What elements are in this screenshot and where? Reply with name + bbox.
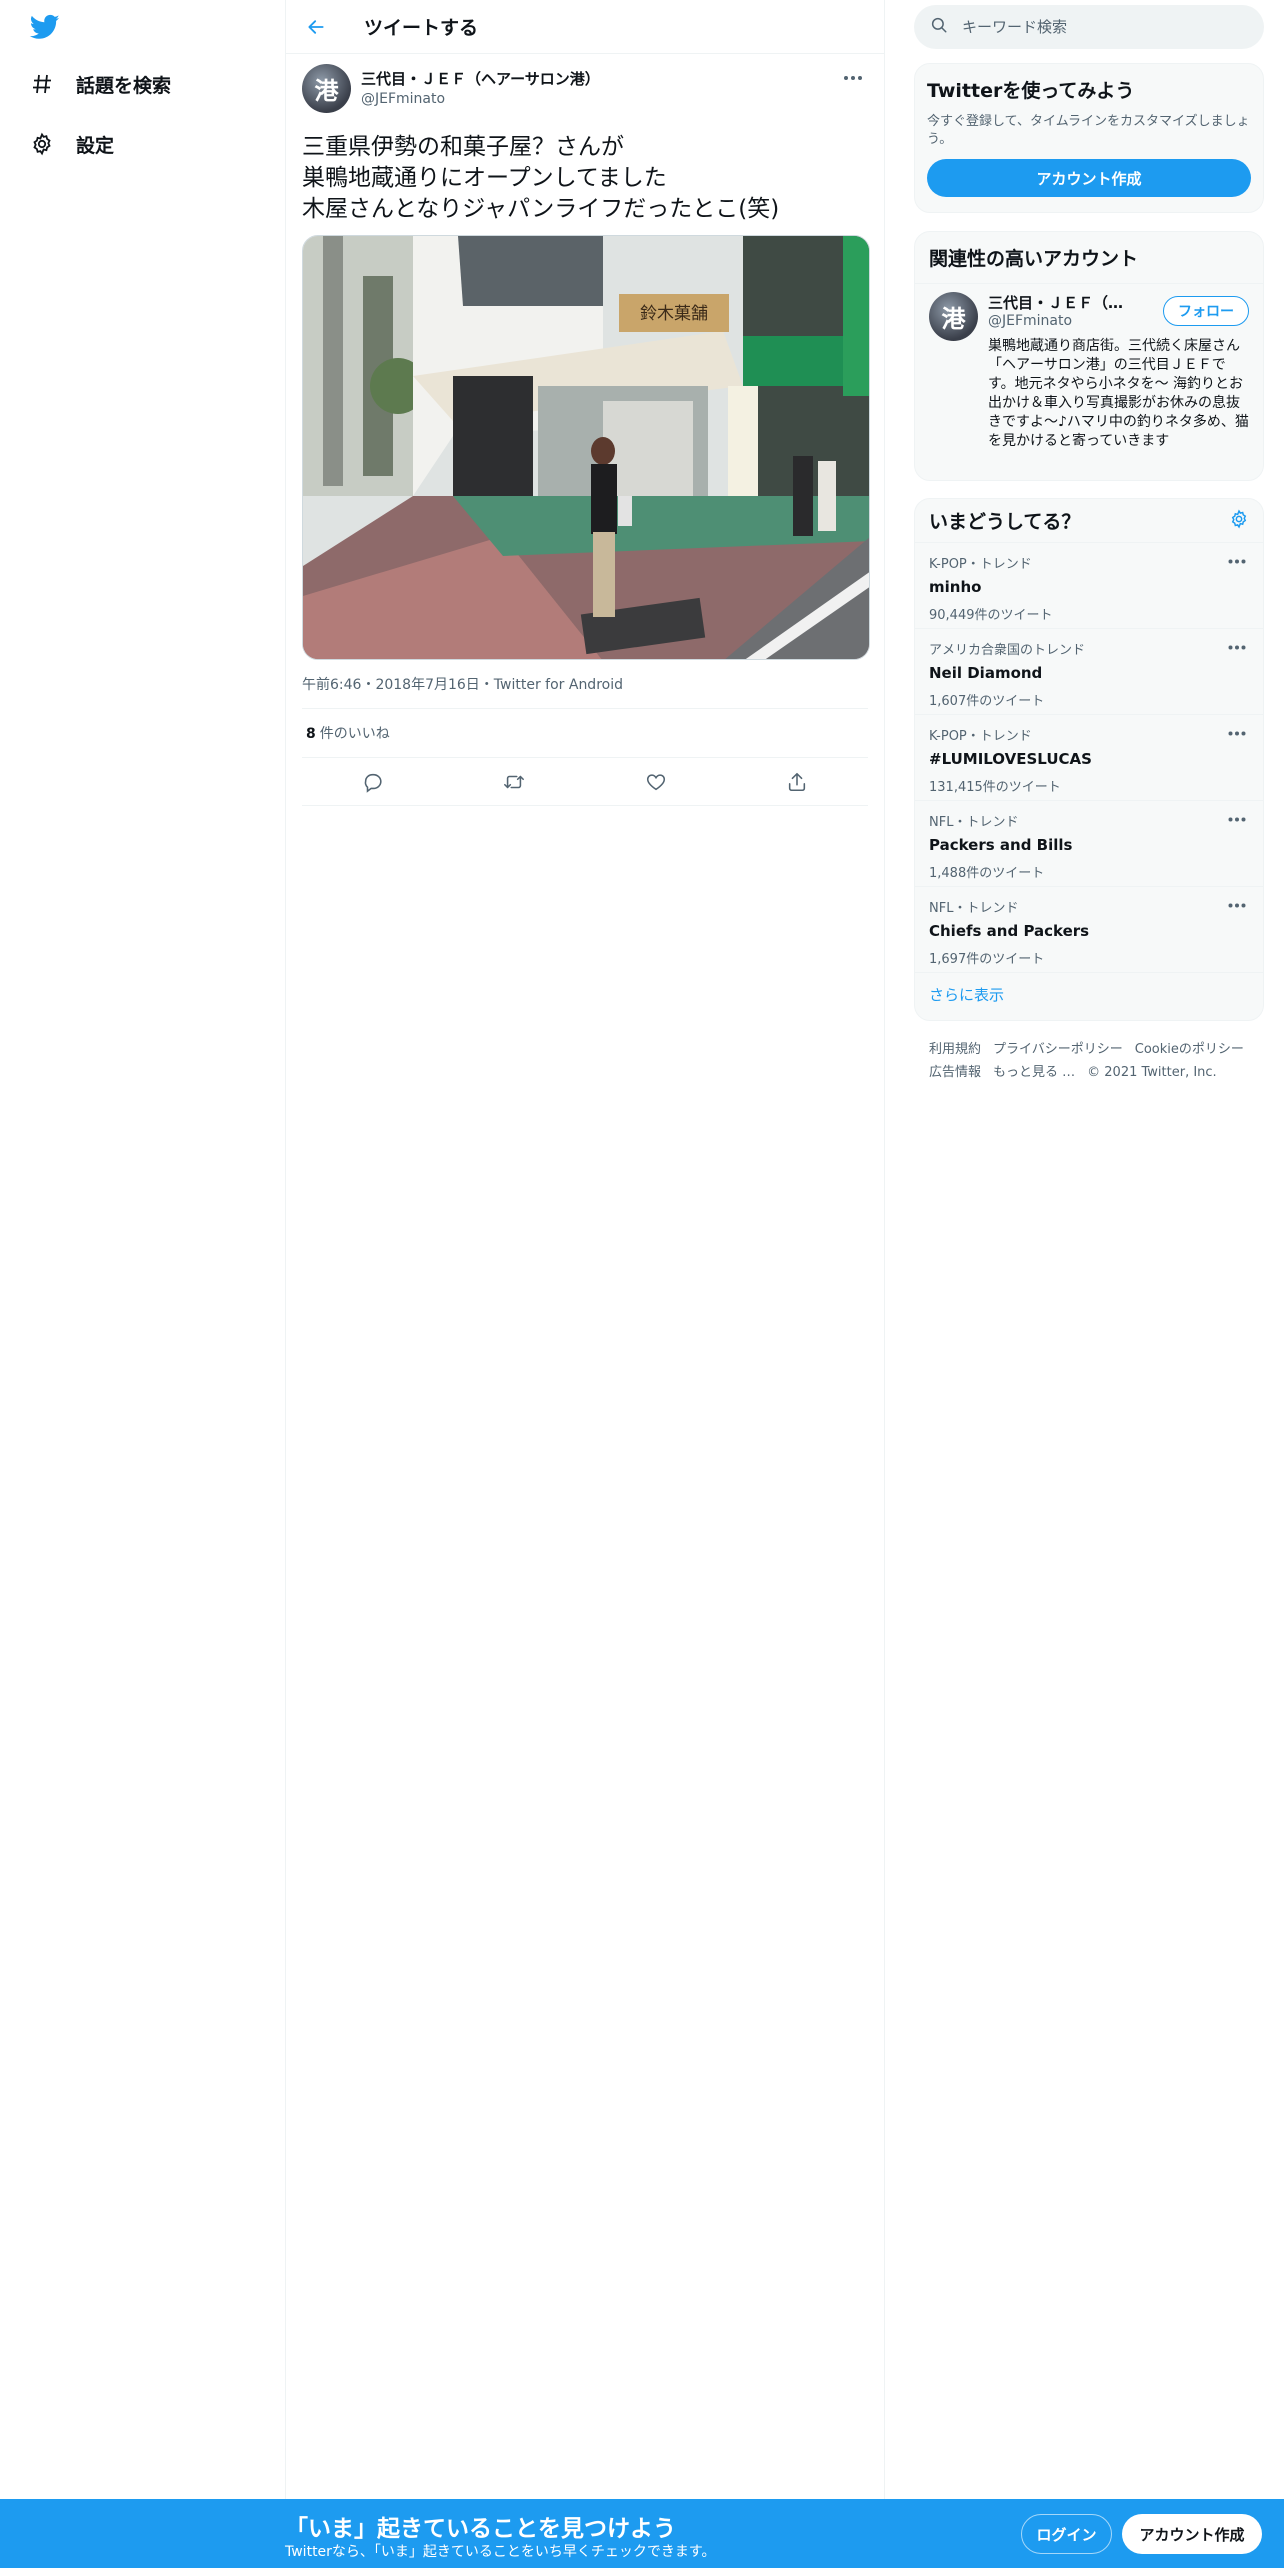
trend-name: Packers and Bills xyxy=(929,836,1073,854)
likes-count: 8 xyxy=(306,726,316,742)
trend-count: 1,607件のツイート xyxy=(929,694,1045,709)
footer-links: 利用規約 プライバシーポリシー Cookieのポリシー 広告情報 もっと見る … © 2… xyxy=(929,1038,1259,1084)
tweet-timestamp[interactable]: 午前6:46・2018年7月16日・Twitter for Android xyxy=(302,674,868,709)
main-column: ツイートする 港 三代目・ＪＥＦ（ヘアーサロン港） @JEFminato 三重県… xyxy=(285,0,885,2568)
avatar-glyph: 港 xyxy=(314,77,339,105)
trend-context: K-POP・トレンド xyxy=(929,557,1032,572)
trend-name: Neil Diamond xyxy=(929,664,1043,682)
trend-count: 131,415件のツイート xyxy=(929,780,1061,795)
trends-card: いまどうしてる？ K-POP・トレンド minho 90,449件のツイート ア… xyxy=(914,498,1264,1021)
likes-count-row[interactable]: 8 件のいいね xyxy=(302,709,868,758)
signup-button[interactable]: アカウント作成 xyxy=(1122,2514,1262,2554)
user-handle[interactable]: @JEFminato xyxy=(361,91,600,107)
shop-sign-text: 鈴木菓舗 xyxy=(640,304,708,324)
search-input[interactable] xyxy=(962,18,1242,36)
more-options-icon[interactable] xyxy=(1223,895,1251,915)
left-navigation: 話題を検索 設定 xyxy=(0,0,285,2568)
trend-count: 1,488件のツイート xyxy=(929,866,1045,881)
trend-context: NFL・トレンド xyxy=(929,815,1019,830)
tweet-photo[interactable]: 鈴木菓舗 xyxy=(302,235,870,660)
trend-item[interactable]: K-POP・トレンド #LUMILOVESLUCAS 131,415件のツイート xyxy=(915,715,1263,801)
more-options-icon[interactable] xyxy=(1223,809,1251,829)
signup-title: Twitterを使ってみよう xyxy=(927,80,1135,102)
bottom-bar-subtitle: Twitterなら、「いま」起きていることをいち早くチェックできます。 xyxy=(285,2544,716,2560)
trend-context: NFL・トレンド xyxy=(929,901,1019,916)
related-user-bio: 巣鴨地蔵通り商店街。三代続く床屋さん「ヘアーサロン港」の三代目ＪＥＦです。地元ネ… xyxy=(988,338,1249,449)
trend-count: 1,697件のツイート xyxy=(929,952,1045,967)
related-user[interactable]: 港 三代目・ＪＥＦ（ヘアーサロン港） @JEFminato 巣鴨地蔵通り商店街。… xyxy=(915,284,1263,459)
trends-title: いまどうしてる？ xyxy=(929,511,1081,533)
follow-button[interactable]: フォロー xyxy=(1163,296,1249,326)
trend-count: 90,449件のツイート xyxy=(929,608,1053,623)
copyright: © 2021 Twitter, Inc. xyxy=(1087,1065,1217,1080)
bottom-signup-bar: 「いま」起きていることを見つけよう Twitterなら、「いま」起きていることを… xyxy=(0,2499,1284,2568)
likes-label: 件のいいね xyxy=(319,726,390,742)
signup-card: Twitterを使ってみよう 今すぐ登録して、タイムラインをカスタマイズしましょ… xyxy=(914,63,1264,213)
tweet: 港 三代目・ＪＥＦ（ヘアーサロン港） @JEFminato 三重県伊勢の和菓子屋… xyxy=(286,54,884,806)
nav-item-explore[interactable]: 話題を検索 xyxy=(28,64,171,104)
arrow-left-icon[interactable] xyxy=(298,9,334,45)
footer-link-cookies[interactable]: Cookieのポリシー xyxy=(1135,1042,1244,1057)
trend-item[interactable]: NFL・トレンド Chiefs and Packers 1,697件のツイート xyxy=(915,887,1263,973)
related-accounts-card: 関連性の高いアカウント 港 三代目・ＪＥＦ（ヘアーサロン港） @JEFminat… xyxy=(914,231,1264,481)
create-account-button[interactable]: アカウント作成 xyxy=(927,159,1251,197)
avatar-glyph: 港 xyxy=(941,305,966,333)
nav-label-settings: 設定 xyxy=(76,134,115,157)
trend-name: #LUMILOVESLUCAS xyxy=(929,750,1092,768)
tweet-actions xyxy=(302,758,868,806)
trend-item[interactable]: NFL・トレンド Packers and Bills 1,488件のツイート xyxy=(915,801,1263,887)
bottom-bar-title: 「いま」起きていることを見つけよう xyxy=(285,2516,676,2542)
tweet-header: 港 三代目・ＪＥＦ（ヘアーサロン港） @JEFminato xyxy=(302,64,868,120)
trend-item[interactable]: アメリカ合衆国のトレンド Neil Diamond 1,607件のツイート xyxy=(915,629,1263,715)
avatar[interactable]: 港 xyxy=(302,64,351,113)
more-options-icon[interactable] xyxy=(1223,723,1251,743)
related-user-name[interactable]: 三代目・ＪＥＦ（ヘアーサロン港） xyxy=(988,292,1138,313)
more-options-icon[interactable] xyxy=(1223,637,1251,657)
twitter-bird-icon[interactable] xyxy=(28,12,62,42)
show-more-link[interactable]: さらに表示 xyxy=(915,973,1263,1015)
trend-context: K-POP・トレンド xyxy=(929,729,1032,744)
like-icon[interactable] xyxy=(638,764,674,800)
gear-icon[interactable] xyxy=(1229,508,1249,533)
more-options-icon[interactable] xyxy=(1223,551,1251,571)
footer-link-privacy[interactable]: プライバシーポリシー xyxy=(993,1042,1123,1057)
share-icon[interactable] xyxy=(779,764,815,800)
trend-item[interactable]: K-POP・トレンド minho 90,449件のツイート xyxy=(915,543,1263,629)
gear-icon xyxy=(28,130,56,158)
tweet-author[interactable]: 三代目・ＪＥＦ（ヘアーサロン港） @JEFminato xyxy=(361,68,600,107)
trend-context: アメリカ合衆国のトレンド xyxy=(929,643,1086,658)
search-icon xyxy=(930,16,948,38)
footer-link-ads[interactable]: 広告情報 xyxy=(929,1065,981,1080)
tweet-text: 三重県伊勢の和菓子屋？さんが 巣鴨地蔵通りにオープンしてました 木屋さんとなりジ… xyxy=(302,134,780,222)
trend-name: Chiefs and Packers xyxy=(929,922,1090,940)
nav-label-explore: 話題を検索 xyxy=(76,74,172,97)
footer-link-more[interactable]: もっと見る … xyxy=(993,1065,1075,1080)
trend-name: minho xyxy=(929,578,982,596)
related-accounts-header: 関連性の高いアカウント xyxy=(915,232,1263,284)
page-title: ツイートする xyxy=(364,17,479,39)
login-button[interactable]: ログイン xyxy=(1021,2514,1112,2554)
footer-link-terms[interactable]: 利用規約 xyxy=(929,1042,981,1057)
trends-header: いまどうしてる？ xyxy=(915,499,1263,543)
nav-item-settings[interactable]: 設定 xyxy=(28,124,114,164)
retweet-icon[interactable] xyxy=(496,764,532,800)
related-accounts-title: 関連性の高いアカウント xyxy=(929,248,1139,270)
hashtag-icon xyxy=(28,70,56,98)
display-name[interactable]: 三代目・ＪＥＦ（ヘアーサロン港） xyxy=(361,68,600,89)
search-bar[interactable] xyxy=(914,5,1264,49)
more-options-icon[interactable] xyxy=(838,66,868,90)
reply-icon[interactable] xyxy=(355,764,391,800)
signup-description: 今すぐ登録して、タイムラインをカスタマイズしましょう。 xyxy=(927,114,1250,147)
main-header: ツイートする xyxy=(286,0,884,54)
avatar[interactable]: 港 xyxy=(929,292,978,341)
